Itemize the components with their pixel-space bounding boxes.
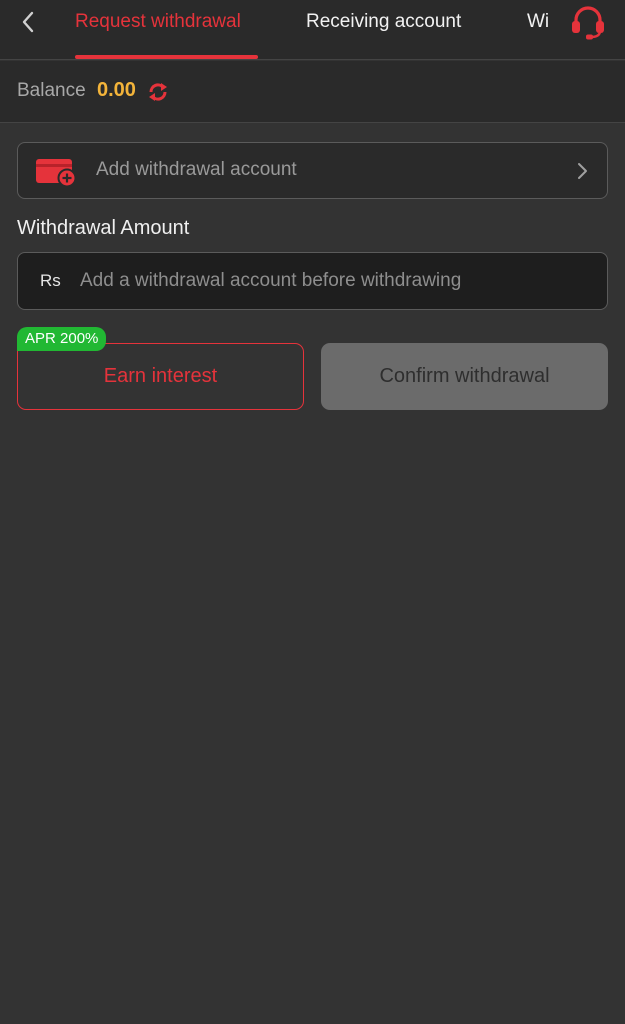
customer-support-button[interactable] (568, 3, 608, 41)
withdrawal-amount-field[interactable]: Rs (17, 252, 608, 310)
withdrawal-amount-label: Withdrawal Amount (17, 217, 190, 239)
confirm-withdrawal-label: Confirm withdrawal (379, 365, 550, 387)
wallet-add-icon (36, 159, 77, 187)
back-button[interactable] (14, 8, 42, 36)
tab-withdrawal-history[interactable]: Wi (527, 10, 549, 34)
currency-symbol: Rs (40, 271, 61, 290)
earn-interest-label: Earn interest (103, 365, 218, 387)
add-account-label: Add withdrawal account (96, 159, 297, 180)
withdrawal-amount-input[interactable] (80, 261, 590, 301)
tab-request-withdrawal[interactable]: Request withdrawal (75, 10, 241, 34)
tab-receiving-account[interactable]: Receiving account (306, 10, 461, 34)
balance-value: 0.00 (97, 79, 136, 101)
confirm-withdrawal-button[interactable]: Confirm withdrawal (321, 343, 608, 410)
refresh-icon (149, 83, 167, 101)
top-navigation-bar: Request withdrawal Receiving account Wi (0, 0, 625, 60)
apr-badge: APR 200% (17, 327, 107, 351)
earn-interest-button[interactable]: Earn interest (17, 343, 304, 410)
refresh-balance-button[interactable] (146, 80, 170, 104)
balance-label: Balance (17, 80, 86, 101)
chevron-left-icon (22, 11, 34, 33)
add-withdrawal-account-button[interactable]: Add withdrawal account (17, 142, 608, 199)
chevron-right-icon (578, 163, 587, 179)
headset-icon (572, 6, 604, 40)
balance-bar (0, 61, 625, 123)
active-tab-indicator (75, 55, 258, 59)
